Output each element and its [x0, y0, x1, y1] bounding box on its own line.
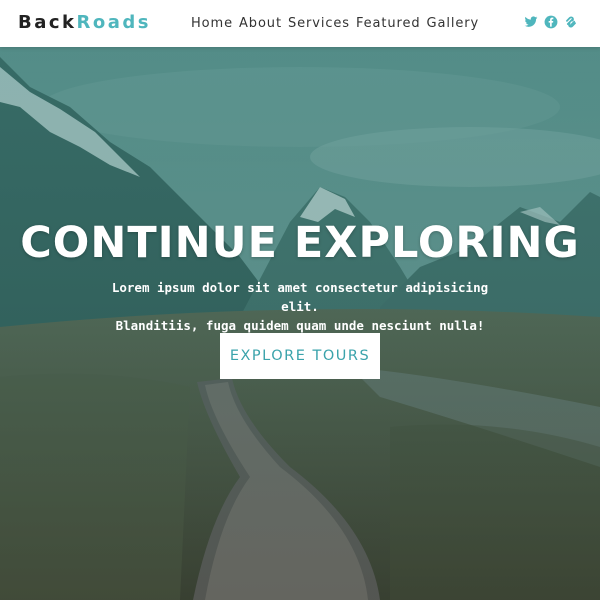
hero-section: CONTINUE EXPLORING Lorem ipsum dolor sit… [0, 47, 600, 600]
brand-logo[interactable]: BackRoads [18, 12, 151, 34]
nav-link-featured[interactable]: Featured [356, 15, 421, 32]
hero-title: CONTINUE EXPLORING [20, 218, 580, 268]
explore-tours-button[interactable]: EXPLORE TOURS [220, 333, 380, 379]
nav-link-about[interactable]: About [239, 15, 282, 32]
social-icons [524, 15, 578, 29]
squarespace-icon[interactable] [564, 15, 578, 29]
twitter-icon[interactable] [524, 15, 538, 29]
navbar: BackRoads Home About Services Featured G… [0, 0, 600, 47]
nav-link-home[interactable]: Home [191, 15, 233, 32]
nav-link-services[interactable]: Services [288, 15, 350, 32]
hero-description-line-2: Blanditiis, fuga quidem quam unde nesciu… [115, 318, 485, 333]
hero-description-line-1: Lorem ipsum dolor sit amet consectetur a… [111, 280, 489, 314]
nav-link-gallery[interactable]: Gallery [427, 15, 480, 32]
brand-logo-part1: Back [18, 12, 77, 33]
hero-description: Lorem ipsum dolor sit amet consectetur a… [90, 278, 510, 335]
brand-logo-part2: Roads [76, 12, 151, 33]
facebook-icon[interactable] [544, 15, 558, 29]
nav-links: Home About Services Featured Gallery [191, 15, 479, 32]
